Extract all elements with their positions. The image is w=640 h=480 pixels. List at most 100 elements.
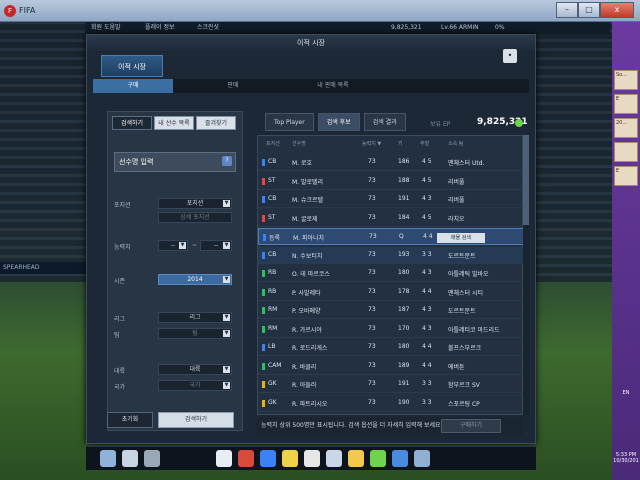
tab-top-player[interactable]: Top Player	[265, 113, 314, 131]
language-indicator[interactable]: EN	[612, 390, 640, 396]
position-color-marker	[262, 325, 265, 333]
position-select[interactable]: 포지션 ▼	[158, 198, 232, 209]
maximize-button[interactable]: □	[578, 2, 600, 18]
col-name[interactable]: 선수명	[292, 140, 306, 147]
table-row[interactable]: ST M. 굴로제 73 184 4 5 라치오	[258, 210, 524, 227]
col-foot[interactable]: 주발	[420, 140, 429, 147]
trophy-icon[interactable]	[282, 450, 298, 467]
col-height[interactable]: 키	[398, 140, 403, 147]
table-row[interactable]: 등록 M. 피아니치 73 Q 4 4 매물 검색	[258, 228, 524, 245]
subtab-sell[interactable]: 판매	[193, 79, 273, 93]
col-ovr[interactable]: 능력치 ▼	[362, 140, 381, 147]
table-row[interactable]: RM R. 가르시아 73 170 4 3 아틀레티코 마드리드	[258, 321, 524, 338]
position-color-marker	[262, 177, 265, 185]
ovr-cell: 73	[368, 361, 376, 369]
subtab-my-listings[interactable]: 내 판매 목록	[293, 79, 373, 93]
league-select[interactable]: 리그 ▼	[158, 312, 232, 323]
player-icon[interactable]	[260, 450, 276, 467]
continent-value: 대륙	[189, 366, 201, 373]
minimize-button[interactable]: –	[556, 2, 578, 18]
trash-icon[interactable]	[414, 450, 430, 467]
continent-select[interactable]: 대륙 ▼	[158, 364, 232, 375]
side-task-item[interactable]: E	[614, 94, 638, 114]
close-window-button[interactable]: x	[600, 2, 634, 18]
player-name-cell: M. 로호	[292, 160, 313, 167]
news-icon[interactable]	[100, 450, 116, 467]
tag-icon[interactable]	[216, 450, 232, 467]
search-tab-button[interactable]: 검색하기	[112, 116, 152, 130]
player-name-input[interactable]: 선수명 입력	[114, 152, 236, 172]
scrollbar-thumb[interactable]	[523, 135, 529, 225]
chevron-down-icon: ▼	[223, 366, 230, 373]
player-name-cell: M. 발로텔리	[292, 178, 324, 186]
foot-cell: 4 4	[422, 361, 432, 369]
foot-cell: 4 5	[422, 158, 432, 165]
table-row[interactable]: LB R. 로드리게스 73 180 4 4 볼프스부르크	[258, 339, 524, 356]
bottom-toolbar	[86, 446, 536, 470]
table-row[interactable]: RM P. 오바메양 73 187 4 3 도르트문트	[258, 302, 524, 319]
side-task-item[interactable]: E	[614, 166, 638, 186]
ovr-cell: 73	[368, 158, 376, 165]
card-icon[interactable]	[122, 450, 138, 467]
height-cell: 184	[398, 213, 410, 221]
col-club[interactable]: 소속 팀	[448, 140, 463, 147]
fifa-app-icon: F	[4, 5, 16, 17]
window-controls: – □ x	[556, 2, 634, 18]
notepad-icon[interactable]	[326, 450, 342, 467]
hud-screenshot[interactable]: 스크린샷	[197, 23, 219, 33]
ovr-cell: 73	[368, 380, 376, 387]
table-row[interactable]: RB O. 데 마르코스 73 180 4 3 아틀레틱 빌바오	[258, 265, 524, 282]
table-row[interactable]: GK R. 파트리시오 73 190 3 3 스포르팅 CP	[258, 395, 524, 412]
skill-icon[interactable]	[392, 450, 408, 467]
ability-separator: ~	[192, 242, 198, 249]
help-icon[interactable]: ?	[222, 156, 232, 166]
position-cell: GK	[268, 380, 277, 387]
player-name-cell: O. 데 마르코스	[292, 271, 330, 278]
table-row[interactable]: CAM R. 바클리 73 189 4 4 에버튼	[258, 358, 524, 375]
hud-play-info[interactable]: 플레이 정보	[145, 23, 175, 33]
table-row[interactable]: GK R. 아들러 73 191 3 3 함부르크 SV	[258, 376, 524, 393]
table-scrollbar[interactable]	[523, 135, 529, 415]
window-titlebar: F FIFA – □ x	[0, 0, 640, 22]
cards-icon[interactable]	[304, 450, 320, 467]
foot-cell: 3 3	[422, 380, 432, 387]
ability-from-select[interactable]: -- ▼	[158, 240, 188, 251]
ovr-cell: 73	[368, 176, 376, 184]
hud-help[interactable]: 회원 도움말	[91, 23, 121, 33]
search-button[interactable]: 검색하기	[158, 412, 234, 428]
coin-icon[interactable]	[348, 450, 364, 467]
lab-icon[interactable]	[370, 450, 386, 467]
table-row[interactable]: CB N. 수보티치 73 193 3 3 도르트문트	[258, 246, 524, 264]
stadium-stand-left	[0, 22, 95, 282]
favorites-button[interactable]: 즐겨찾기	[196, 116, 236, 130]
position-detail-select[interactable]: 상세 포지션	[158, 212, 232, 223]
side-task-item[interactable]: 20...	[614, 118, 638, 138]
panel-close-button[interactable]: •	[503, 49, 517, 63]
tab-search-candidates[interactable]: 검색 후보	[317, 113, 360, 131]
subtab-buy[interactable]: 구매	[93, 79, 173, 93]
side-task-item[interactable]	[614, 142, 638, 162]
ball-icon[interactable]	[238, 450, 254, 467]
table-row[interactable]: CB M. 로호 73 186 4 5 맨체스터 Utd.	[258, 154, 524, 171]
country-select[interactable]: 국가 ▼	[158, 380, 232, 391]
club-cell: 에버튼	[448, 363, 465, 371]
ability-to-select[interactable]: -- ▼	[200, 240, 232, 251]
col-position[interactable]: 포지션	[266, 140, 280, 147]
my-players-button[interactable]: 내 선수 목록	[154, 116, 194, 130]
height-cell: 178	[398, 287, 410, 295]
table-row[interactable]: RB P. 사발레타 73 178 4 4 맨체스터 시티	[258, 284, 524, 301]
position-cell: RM	[268, 324, 278, 332]
reset-button[interactable]: 초기화	[107, 412, 153, 428]
foot-cell: 4 5	[422, 213, 432, 221]
listing-search-button[interactable]: 매물 검색	[437, 233, 485, 243]
table-row[interactable]: ST M. 발로텔리 73 188 4 5 리버풀	[258, 173, 524, 190]
buy-button[interactable]: 구매하기	[441, 419, 501, 433]
tab-search-results[interactable]: 검색 결과	[363, 113, 406, 131]
season-select[interactable]: 2014 ▼	[158, 274, 232, 285]
table-row[interactable]: CB M. 슈크르텔 73 191 4 3 리버풀	[258, 191, 524, 208]
mail-icon[interactable]	[144, 450, 160, 467]
team-select[interactable]: 팀 ▼	[158, 328, 232, 339]
tab-transfer-market[interactable]: 이적 시장	[101, 55, 163, 77]
club-cell: 볼프스부르크	[448, 345, 482, 352]
side-task-item[interactable]: So...	[614, 70, 638, 90]
